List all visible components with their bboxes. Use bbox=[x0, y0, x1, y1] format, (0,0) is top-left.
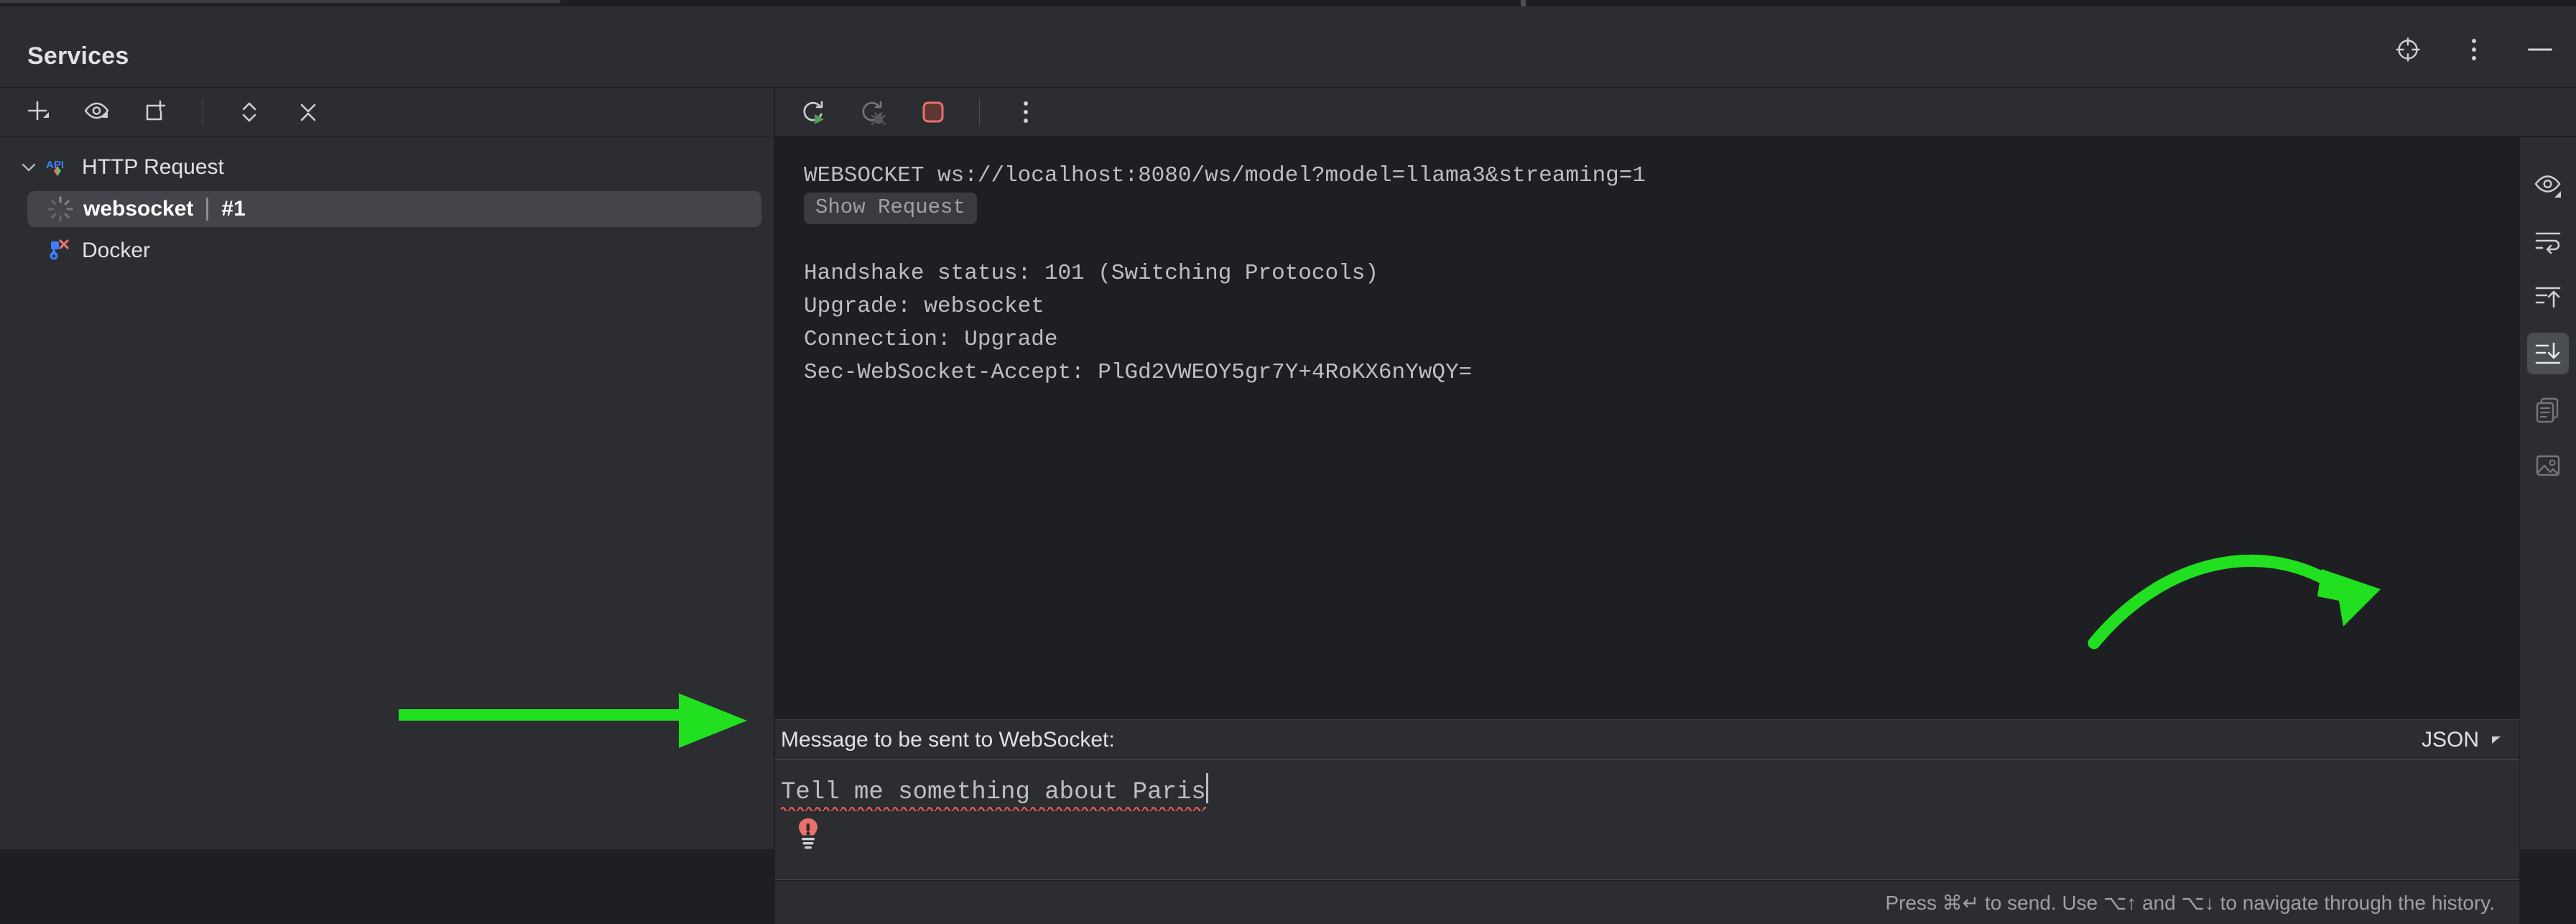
tree-node-label: websocket bbox=[83, 197, 194, 221]
message-input-text[interactable]: Tell me something about Paris bbox=[781, 773, 1208, 813]
tree-node-label: HTTP Request bbox=[82, 155, 224, 179]
tree-node-websocket[interactable]: websocket #1 bbox=[0, 188, 774, 230]
svg-text:API: API bbox=[46, 159, 64, 171]
window-edge-strip bbox=[0, 0, 2576, 6]
tree-node-docker[interactable]: Docker bbox=[0, 230, 774, 272]
upgrade-header-line: Upgrade: websocket bbox=[804, 293, 1044, 319]
error-bulb-icon[interactable] bbox=[794, 816, 823, 851]
console-output[interactable]: WEBSOCKET ws://localhost:8080/ws/model?m… bbox=[775, 137, 2519, 719]
run-toolbar bbox=[775, 88, 2576, 137]
page-title: Services bbox=[27, 42, 129, 70]
request-url-line: WEBSOCKET ws://localhost:8080/ws/model?m… bbox=[804, 162, 1646, 188]
tree-node-label: Docker bbox=[82, 239, 151, 262]
tree-node-badge: #1 bbox=[221, 197, 246, 221]
show-request-button[interactable]: Show Request bbox=[804, 193, 977, 224]
header-actions bbox=[2392, 34, 2556, 65]
stop-icon[interactable] bbox=[914, 93, 952, 131]
minimize-icon[interactable] bbox=[2524, 34, 2556, 65]
toolbar-separator bbox=[979, 97, 980, 126]
tree-node-http-request[interactable]: API HTTP Request bbox=[0, 147, 774, 188]
show-request-row: Show Request bbox=[804, 192, 2519, 225]
services-tree: API HTTP Request websocket #1 Docker bbox=[0, 137, 774, 272]
eye-icon[interactable] bbox=[2527, 165, 2569, 206]
tab-strip-marker bbox=[1521, 0, 1526, 6]
tree-node-divider bbox=[206, 198, 209, 221]
handshake-status-line: Handshake status: 101 (Switching Protoco… bbox=[804, 260, 1379, 286]
message-status-bar: Press ⌘↵ to send. Use ⌥↑ and ⌥↓ to navig… bbox=[775, 881, 2519, 924]
rerun-icon[interactable] bbox=[797, 93, 834, 131]
service-detail-panel: WEBSOCKET ws://localhost:8080/ws/model?m… bbox=[775, 88, 2576, 924]
soft-wrap-icon[interactable] bbox=[2527, 221, 2569, 262]
scroll-to-top-icon[interactable] bbox=[2527, 277, 2569, 318]
language-selector[interactable]: JSON bbox=[2409, 721, 2519, 759]
chevron-placeholder bbox=[14, 236, 43, 265]
more-options-icon[interactable] bbox=[2458, 34, 2490, 65]
connection-header-line: Connection: Upgrade bbox=[804, 326, 1058, 352]
export-image-icon[interactable] bbox=[2527, 445, 2569, 486]
expand-all-icon[interactable] bbox=[231, 93, 268, 131]
message-label-bar: Message to be sent to WebSocket: JSON bbox=[775, 719, 2519, 759]
chevron-down-icon bbox=[2489, 728, 2503, 752]
add-icon[interactable] bbox=[20, 93, 57, 131]
docker-disconnected-icon bbox=[43, 235, 75, 267]
rerun-debug-icon bbox=[856, 93, 893, 131]
console-spacer bbox=[804, 225, 2519, 257]
sec-websocket-accept-line: Sec-WebSocket-Accept: PlGd2VWEOY5gr7Y+4R… bbox=[804, 359, 1473, 385]
services-left-panel: API HTTP Request websocket #1 Docker bbox=[0, 88, 774, 849]
scroll-to-end-icon[interactable] bbox=[2527, 333, 2569, 374]
console-gutter-toolbar bbox=[2519, 137, 2576, 849]
api-icon: API bbox=[43, 152, 75, 183]
language-selector-value: JSON bbox=[2421, 727, 2479, 752]
services-toolbar bbox=[0, 88, 774, 137]
message-input-editor[interactable]: Tell me something about Paris bbox=[775, 759, 2519, 880]
copy-icon[interactable] bbox=[2527, 389, 2569, 430]
collapse-all-icon[interactable] bbox=[289, 93, 327, 131]
tool-window-header: Services bbox=[0, 6, 2576, 88]
eye-icon[interactable] bbox=[79, 93, 116, 131]
message-status-hint: Press ⌘↵ to send. Use ⌥↑ and ⌥↓ to navig… bbox=[1885, 891, 2495, 914]
more-options-icon[interactable] bbox=[1007, 93, 1044, 131]
tab-strip-segment bbox=[0, 0, 560, 3]
message-text-row: Tell me something about Paris bbox=[781, 773, 2519, 813]
message-label: Message to be sent to WebSocket: bbox=[781, 727, 1115, 752]
spinner-icon bbox=[45, 193, 76, 225]
locate-icon[interactable] bbox=[2392, 34, 2424, 65]
chevron-down-icon[interactable] bbox=[14, 153, 43, 182]
new-tab-icon[interactable] bbox=[138, 93, 175, 131]
text-caret bbox=[1205, 773, 1208, 803]
